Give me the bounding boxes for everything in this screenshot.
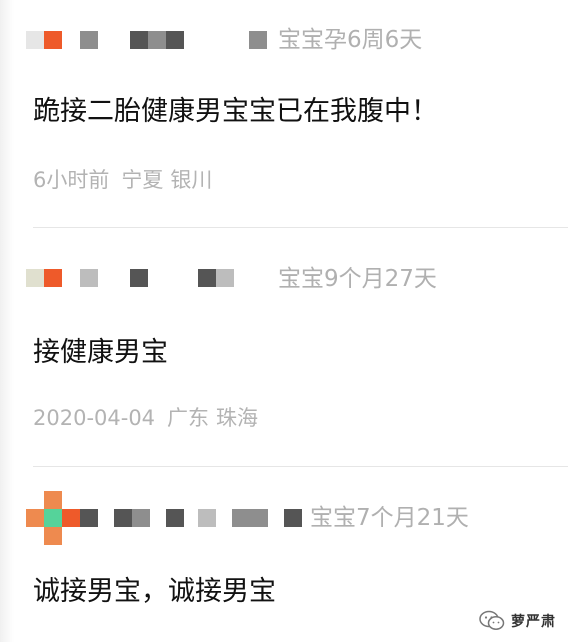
avatar-pixel bbox=[26, 31, 44, 49]
watermark-label: 萝严肃 bbox=[511, 614, 556, 630]
post-content: 跪接二胎健康男宝宝已在我腹中！ bbox=[33, 96, 438, 127]
baby-age-label: 宝宝7个月21天 bbox=[310, 505, 469, 531]
post-header: 宝宝孕6周6天 bbox=[0, 20, 568, 60]
post-header: 宝宝7个月21天 bbox=[0, 491, 568, 545]
post-time: 6小时前 bbox=[33, 168, 110, 192]
watermark: 萝严肃 bbox=[479, 608, 556, 634]
post-item[interactable]: 宝宝孕6周6天 跪接二胎健康男宝宝已在我腹中！ 6小时前 宁夏 银川 bbox=[0, 0, 568, 227]
mosaic-pixel bbox=[80, 509, 98, 527]
avatar-pixel bbox=[44, 31, 62, 49]
baby-age-label: 宝宝孕6周6天 bbox=[278, 27, 423, 53]
mosaic-pixel bbox=[80, 269, 98, 287]
mosaic-pixel bbox=[132, 509, 150, 527]
post-meta: 6小时前 宁夏 银川 bbox=[33, 166, 212, 194]
mosaic-pixel bbox=[250, 509, 268, 527]
mosaic-pixel bbox=[166, 31, 184, 49]
mosaic-pixel bbox=[249, 31, 267, 49]
post-city: 银川 bbox=[170, 168, 213, 192]
mosaic-pixel bbox=[80, 31, 98, 49]
post-province: 广东 bbox=[167, 406, 210, 430]
baby-age-label: 宝宝9个月27天 bbox=[278, 266, 437, 292]
post-header: 宝宝9个月27天 bbox=[0, 259, 568, 299]
post-province: 宁夏 bbox=[121, 168, 164, 192]
post-city: 珠海 bbox=[216, 406, 259, 430]
post-feed: 宝宝孕6周6天 跪接二胎健康男宝宝已在我腹中！ 6小时前 宁夏 银川 宝宝9个月27… bbox=[0, 0, 568, 642]
mosaic-pixel bbox=[284, 509, 302, 527]
mosaic-pixel bbox=[232, 509, 250, 527]
mosaic-pixel bbox=[198, 509, 216, 527]
post-meta: 2020-04-04 广东 珠海 bbox=[33, 404, 258, 432]
avatar-pixel bbox=[26, 509, 44, 527]
avatar-pixel bbox=[44, 509, 62, 527]
post-item[interactable]: 宝宝9个月27天 接健康男宝 2020-04-04 广东 珠海 bbox=[0, 228, 568, 466]
post-time: 2020-04-04 bbox=[33, 406, 156, 430]
avatar-pixel bbox=[62, 509, 80, 527]
avatar-pixel bbox=[44, 527, 62, 545]
mosaic-pixel bbox=[216, 269, 234, 287]
mosaic-pixel bbox=[166, 509, 184, 527]
mosaic-pixel bbox=[114, 509, 132, 527]
wechat-icon bbox=[479, 610, 505, 630]
mosaic-pixel bbox=[148, 31, 166, 49]
mosaic-pixel bbox=[130, 31, 148, 49]
avatar-pixel bbox=[44, 491, 62, 509]
post-content: 接健康男宝 bbox=[33, 337, 168, 368]
mosaic-pixel bbox=[198, 269, 216, 287]
avatar-pixel bbox=[26, 269, 44, 287]
post-content: 诚接男宝，诚接男宝 bbox=[33, 576, 276, 607]
mosaic-pixel bbox=[130, 269, 148, 287]
avatar-pixel bbox=[44, 269, 62, 287]
